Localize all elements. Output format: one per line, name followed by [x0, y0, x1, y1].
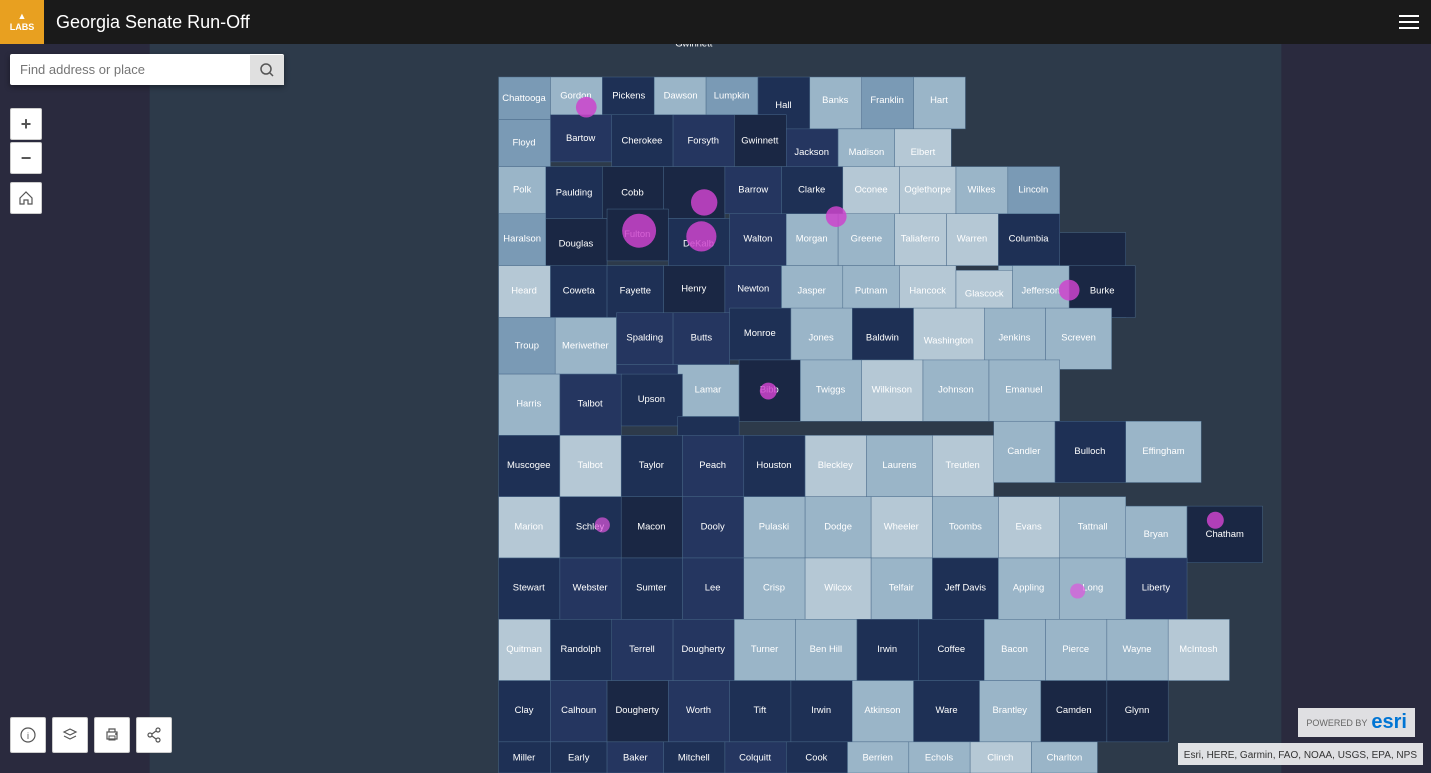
logo-text: ▲LABS [10, 11, 35, 33]
zoom-in-button[interactable]: + [10, 108, 42, 140]
bottom-toolbar: i [10, 717, 172, 753]
app-header: ▲LABS Georgia Senate Run-Off [0, 0, 1431, 44]
print-button[interactable] [94, 717, 130, 753]
attribution-text: Esri, HERE, Garmin, FAO, NOAA, USGS, EPA… [1184, 750, 1417, 761]
map-controls: + − [10, 108, 42, 214]
app-logo: ▲LABS [0, 0, 44, 44]
home-icon [18, 190, 34, 206]
layers-icon [62, 727, 78, 743]
share-button[interactable] [136, 717, 172, 753]
share-icon [146, 727, 162, 743]
map-container[interactable]: Chattooga Gordon Pickens Dawson Lumpkin … [0, 44, 1431, 773]
app-title: Georgia Senate Run-Off [56, 12, 250, 33]
powered-by-text: POWERED BY [1306, 718, 1367, 728]
georgia-map-svg: Chattooga Gordon Pickens Dawson Lumpkin … [0, 44, 1431, 773]
zoom-out-button[interactable]: − [10, 142, 42, 174]
info-button[interactable]: i [10, 717, 46, 753]
svg-text:i: i [27, 731, 29, 741]
layers-button[interactable] [52, 717, 88, 753]
menu-button[interactable] [1399, 15, 1419, 29]
search-button[interactable] [250, 55, 284, 85]
search-container [10, 54, 284, 85]
search-icon [260, 63, 274, 77]
home-button[interactable] [10, 182, 42, 214]
esri-attribution: Esri, HERE, Garmin, FAO, NOAA, USGS, EPA… [1178, 743, 1423, 765]
esri-logo-text: esri [1371, 711, 1407, 734]
print-icon [104, 727, 120, 743]
search-input[interactable] [10, 54, 250, 85]
info-icon: i [20, 727, 36, 743]
